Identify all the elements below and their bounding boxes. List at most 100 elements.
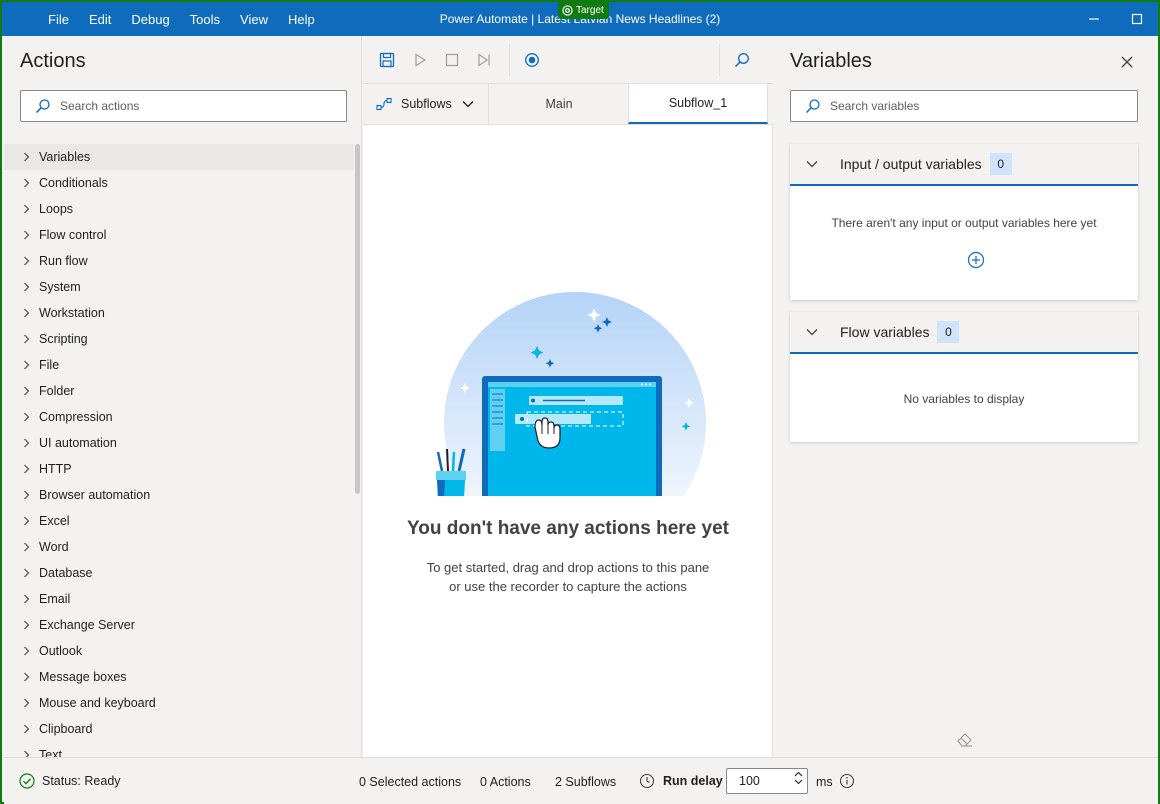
menu-edit[interactable]: Edit: [89, 12, 111, 27]
step-icon: [478, 53, 490, 67]
toolbar-divider: [719, 44, 720, 76]
action-group-label: Run flow: [39, 254, 88, 268]
actions-tree: Variables Conditionals Loops Flow control Ru…: [4, 144, 354, 757]
action-group-mouse-and-keyboard[interactable]: Mouse and keyboard: [4, 690, 354, 716]
actions-title: Actions: [20, 50, 86, 72]
record-icon: [525, 53, 539, 67]
action-group-clipboard[interactable]: Clipboard: [4, 716, 354, 742]
action-group-label: Exchange Server: [39, 618, 135, 632]
maximize-button[interactable]: [1115, 2, 1159, 36]
chevron-down-icon: [790, 160, 834, 168]
action-group-system[interactable]: System: [4, 274, 354, 300]
chevron-down-icon: [462, 100, 474, 108]
status-indicator: Status: Ready: [19, 773, 121, 789]
run-delay-stepper[interactable]: [794, 771, 803, 785]
action-group-scripting[interactable]: Scripting: [4, 326, 354, 352]
action-group-label: Scripting: [39, 332, 88, 346]
title-bar: Power Automate | Latest Latvian News Hea…: [2, 2, 1158, 36]
chevron-right-icon: [4, 256, 39, 266]
action-group-email[interactable]: Email: [4, 586, 354, 612]
run-delay-info-button[interactable]: [839, 773, 855, 789]
chevron-right-icon: [4, 204, 39, 214]
save-button[interactable]: [376, 50, 398, 70]
close-icon: [1121, 56, 1133, 68]
designer-toolbar: [363, 36, 773, 84]
actions-scrollbar[interactable]: [355, 144, 360, 494]
action-group-label: Variables: [39, 150, 91, 164]
empty-state-description: To get started, drag and drop actions to…: [363, 558, 773, 596]
maximize-icon: [1131, 13, 1143, 25]
action-group-loops[interactable]: Loops: [4, 196, 354, 222]
action-group-excel[interactable]: Excel: [4, 508, 354, 534]
action-group-file[interactable]: File: [4, 352, 354, 378]
find-button[interactable]: [731, 50, 753, 70]
action-group-database[interactable]: Database: [4, 560, 354, 586]
io-variables-header[interactable]: Input / output variables 0: [790, 144, 1138, 186]
info-icon: [839, 773, 855, 789]
tab-main[interactable]: Main: [489, 84, 629, 124]
play-icon: [415, 53, 427, 67]
run-next-action-button[interactable]: [473, 50, 495, 70]
io-variables-title: Input / output variables: [840, 156, 982, 172]
action-group-label: Text: [39, 748, 62, 757]
search-icon: [805, 98, 821, 114]
action-group-workstation[interactable]: Workstation: [4, 300, 354, 326]
menu-view[interactable]: View: [240, 12, 268, 27]
flow-variables-header[interactable]: Flow variables 0: [790, 312, 1138, 354]
action-group-label: Conditionals: [39, 176, 108, 190]
close-variables-button[interactable]: [1118, 53, 1136, 71]
run-button[interactable]: [409, 50, 431, 70]
action-group-exchange-server[interactable]: Exchange Server: [4, 612, 354, 638]
subflows-dropdown[interactable]: Subflows: [363, 84, 489, 124]
recorder-button[interactable]: [521, 50, 543, 70]
actions-search-input[interactable]: Search actions: [20, 90, 347, 122]
check-circle-icon: [19, 773, 35, 789]
clock-icon: [639, 773, 655, 789]
action-group-outlook[interactable]: Outlook: [4, 638, 354, 664]
chevron-right-icon: [4, 698, 39, 708]
chevron-down-icon: [790, 328, 834, 336]
run-delay-unit: ms: [816, 775, 833, 789]
actions-search-placeholder: Search actions: [60, 99, 140, 113]
search-icon: [35, 98, 51, 114]
action-group-ui-automation[interactable]: UI automation: [4, 430, 354, 456]
action-group-message-boxes[interactable]: Message boxes: [4, 664, 354, 690]
add-io-variable-button[interactable]: [967, 251, 985, 269]
action-group-folder[interactable]: Folder: [4, 378, 354, 404]
action-group-conditionals[interactable]: Conditionals: [4, 170, 354, 196]
menu-help[interactable]: Help: [288, 12, 315, 27]
action-group-run-flow[interactable]: Run flow: [4, 248, 354, 274]
action-group-label: Excel: [39, 514, 70, 528]
action-group-flow-control[interactable]: Flow control: [4, 222, 354, 248]
menu-file[interactable]: File: [48, 12, 69, 27]
action-group-browser-automation[interactable]: Browser automation: [4, 482, 354, 508]
run-delay: Run delay: [639, 773, 723, 789]
run-delay-input[interactable]: 100: [726, 768, 808, 794]
menu-bar: File Edit Debug Tools View Help: [38, 2, 325, 36]
menu-tools[interactable]: Tools: [190, 12, 220, 27]
menu-debug[interactable]: Debug: [131, 12, 169, 27]
action-group-http[interactable]: HTTP: [4, 456, 354, 482]
chevron-up-icon[interactable]: [794, 771, 803, 777]
tab-subflow-1[interactable]: Subflow_1: [628, 84, 768, 124]
chevron-down-icon[interactable]: [794, 779, 803, 785]
empty-state-illustration: [423, 286, 713, 554]
status-text: Status: Ready: [42, 774, 121, 788]
variables-search-input[interactable]: Search variables: [790, 90, 1138, 122]
clear-variables-button[interactable]: [956, 731, 974, 752]
status-bar: Status: Ready 0 Selected actions 0 Actio…: [4, 757, 1158, 804]
action-group-word[interactable]: Word: [4, 534, 354, 560]
run-delay-label: Run delay: [663, 774, 723, 788]
minimize-button[interactable]: [1072, 2, 1116, 36]
variables-search-placeholder: Search variables: [830, 99, 920, 113]
action-group-label: Browser automation: [39, 488, 151, 502]
flow-variables-count: 0: [937, 321, 960, 343]
chevron-right-icon: [4, 620, 39, 630]
action-group-label: Compression: [39, 410, 113, 424]
chevron-right-icon: [4, 542, 39, 552]
action-group-text[interactable]: Text: [4, 742, 354, 757]
action-group-compression[interactable]: Compression: [4, 404, 354, 430]
action-group-variables[interactable]: Variables: [4, 144, 354, 170]
stop-button[interactable]: [441, 50, 463, 70]
chevron-right-icon: [4, 568, 39, 578]
